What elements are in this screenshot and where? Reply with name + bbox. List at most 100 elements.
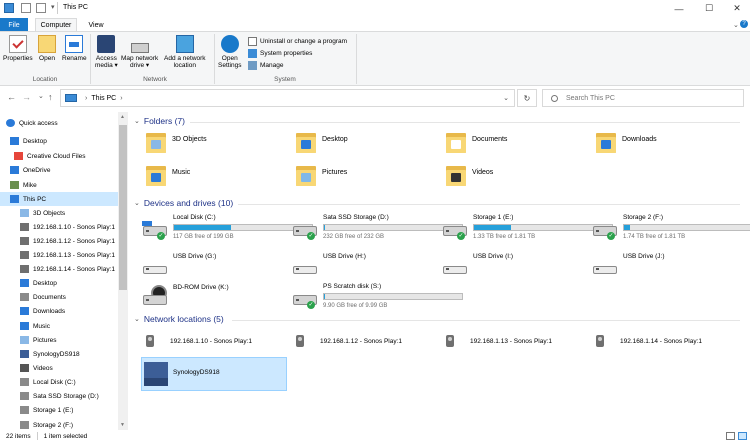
access-media-label-2: media ▾ bbox=[95, 62, 118, 69]
tab-view[interactable]: View bbox=[82, 18, 110, 32]
section-divider bbox=[232, 320, 740, 321]
map-drive-label-2: drive ▾ bbox=[130, 62, 150, 69]
pictures-icon bbox=[20, 336, 29, 344]
properties-button[interactable]: Properties bbox=[3, 35, 33, 62]
up-button[interactable]: ↑ bbox=[48, 92, 53, 102]
drives-section-header[interactable]: ⌄ Devices and drives (10) bbox=[134, 198, 233, 208]
minimize-button[interactable]: — bbox=[664, 0, 694, 17]
back-button[interactable]: ← bbox=[7, 92, 16, 102]
drive-label: Sata SSD Storage (D:) bbox=[323, 214, 389, 221]
nav-item-onedrive[interactable]: OneDrive bbox=[0, 163, 118, 177]
nav-item-desktop[interactable]: Desktop bbox=[0, 134, 118, 148]
drive-free-space: 9.90 GB free of 9.99 GB bbox=[323, 303, 388, 309]
scroll-down-icon[interactable]: ▼ bbox=[120, 422, 125, 428]
folder-pictures[interactable]: Pictures bbox=[296, 164, 347, 186]
nav-item-label: 192.168.1.10 - Sonos Play:1 bbox=[33, 223, 116, 231]
network-item[interactable]: 192.168.1.10 - Sonos Play:1 bbox=[146, 335, 252, 347]
properties-icon bbox=[8, 35, 27, 53]
breadcrumb-this-pc[interactable]: This PC bbox=[91, 95, 116, 102]
drive-label: USB Drive (H:) bbox=[323, 253, 366, 260]
search-placeholder: Search This PC bbox=[566, 94, 615, 102]
folder-desktop[interactable]: Desktop bbox=[296, 131, 348, 153]
nav-item-network-device[interactable]: 192.168.1.13 - Sonos Play:1 bbox=[0, 248, 118, 262]
nav-scroll-thumb[interactable] bbox=[119, 125, 127, 290]
collapse-chevron-icon[interactable]: ⌄ bbox=[134, 199, 140, 207]
nav-item-star[interactable]: Quick access bbox=[0, 116, 118, 130]
scroll-up-icon[interactable]: ▲ bbox=[120, 114, 125, 120]
open-settings-button[interactable]: Open Settings bbox=[218, 35, 242, 69]
media-icon bbox=[97, 35, 116, 53]
network-item[interactable]: 192.168.1.14 - Sonos Play:1 bbox=[596, 335, 702, 347]
open-button[interactable]: Open bbox=[38, 35, 56, 62]
forward-button[interactable]: → bbox=[22, 92, 31, 102]
network-item-synology[interactable]: SynologyDS918 bbox=[173, 369, 220, 376]
collapse-chevron-icon[interactable]: ⌄ bbox=[134, 117, 140, 125]
nav-item-downloads[interactable]: Downloads bbox=[0, 304, 118, 318]
rename-button[interactable]: Rename bbox=[62, 35, 87, 62]
nav-item-drive[interactable]: Local Disk (C:) bbox=[0, 375, 118, 389]
folder-downloads[interactable]: Downloads bbox=[596, 131, 657, 153]
maximize-button[interactable]: ☐ bbox=[694, 0, 724, 17]
help-icon[interactable]: ? bbox=[740, 20, 748, 28]
nav-item-nas[interactable]: SynologyDS918 bbox=[0, 347, 118, 361]
folder-label: Downloads bbox=[622, 135, 657, 143]
refresh-button[interactable]: ↻ bbox=[517, 89, 537, 107]
folder-documents[interactable]: Documents bbox=[446, 131, 507, 153]
music-icon bbox=[20, 322, 29, 330]
details-view-icon[interactable] bbox=[726, 432, 735, 440]
hard-drive-icon: ✓ bbox=[293, 291, 317, 309]
access-media-button[interactable]: Access media ▾ bbox=[95, 35, 118, 69]
tab-computer[interactable]: Computer bbox=[35, 18, 77, 32]
nav-item-pc[interactable]: This PC bbox=[0, 192, 118, 206]
collapse-chevron-icon[interactable]: ⌄ bbox=[134, 315, 140, 323]
large-icons-view-icon[interactable] bbox=[738, 432, 747, 440]
drive-usage-fill bbox=[174, 225, 231, 230]
search-input[interactable]: Search This PC bbox=[542, 89, 744, 107]
uninstall-label: Uninstall or change a program bbox=[260, 38, 348, 45]
folder-icon bbox=[446, 131, 466, 153]
nav-item-folder[interactable]: 3D Objects bbox=[0, 206, 118, 220]
speaker-device-icon bbox=[296, 335, 304, 347]
address-dropdown-icon[interactable]: ⌄ bbox=[503, 94, 509, 102]
network-item[interactable]: 192.168.1.12 - Sonos Play:1 bbox=[296, 335, 402, 347]
nas-icon[interactable] bbox=[144, 362, 168, 386]
nav-item-network-device[interactable]: 192.168.1.14 - Sonos Play:1 bbox=[0, 262, 118, 276]
uninstall-program-button[interactable]: Uninstall or change a program bbox=[248, 37, 347, 46]
nav-item-label: Videos bbox=[33, 364, 53, 372]
system-properties-button[interactable]: System properties bbox=[248, 49, 312, 58]
qa-new-folder-icon[interactable] bbox=[36, 3, 46, 13]
folder-3d-objects[interactable]: 3D Objects bbox=[146, 131, 207, 153]
nav-item-creative-cloud[interactable]: Creative Cloud Files bbox=[0, 149, 118, 163]
properties-label: Properties bbox=[3, 55, 33, 62]
recent-locations-button[interactable]: ⌄ bbox=[38, 92, 44, 100]
qa-dropdown-icon[interactable]: ▾ bbox=[51, 3, 55, 11]
folders-section-header[interactable]: ⌄ Folders (7) bbox=[134, 116, 185, 126]
tab-file[interactable]: File bbox=[0, 18, 28, 32]
nav-item-drive[interactable]: Sata SSD Storage (D:) bbox=[0, 389, 118, 403]
network-device-icon bbox=[20, 223, 29, 231]
qa-properties-icon[interactable] bbox=[21, 3, 31, 13]
nav-item-user[interactable]: Mike bbox=[0, 178, 118, 192]
folder-music[interactable]: Music bbox=[146, 164, 190, 186]
nav-item-network-device[interactable]: 192.168.1.12 - Sonos Play:1 bbox=[0, 234, 118, 248]
address-bar[interactable]: › This PC › ⌄ bbox=[60, 89, 515, 107]
network-item-label: 192.168.1.14 - Sonos Play:1 bbox=[620, 337, 703, 345]
nav-item-label: This PC bbox=[23, 195, 47, 203]
drive-usage-fill bbox=[324, 225, 326, 230]
ribbon-separator bbox=[356, 34, 357, 84]
manage-button[interactable]: Manage bbox=[248, 61, 284, 70]
nav-item-drive[interactable]: Storage 1 (E:) bbox=[0, 403, 118, 417]
nav-item-network-device[interactable]: 192.168.1.10 - Sonos Play:1 bbox=[0, 220, 118, 234]
add-network-location-button[interactable]: Add a network location bbox=[164, 35, 206, 69]
nav-item-pictures[interactable]: Pictures bbox=[0, 333, 118, 347]
network-section-header[interactable]: ⌄ Network locations (5) bbox=[134, 314, 224, 324]
expand-ribbon-icon[interactable]: ⌄ bbox=[733, 21, 739, 29]
folder-videos[interactable]: Videos bbox=[446, 164, 493, 186]
nav-item-desktop[interactable]: Desktop bbox=[0, 276, 118, 290]
nav-item-videos[interactable]: Videos bbox=[0, 361, 118, 375]
close-button[interactable]: ✕ bbox=[722, 0, 750, 17]
nav-item-documents[interactable]: Documents bbox=[0, 290, 118, 304]
nav-item-music[interactable]: Music bbox=[0, 319, 118, 333]
network-item[interactable]: 192.168.1.13 - Sonos Play:1 bbox=[446, 335, 552, 347]
map-network-drive-button[interactable]: Map network drive ▾ bbox=[121, 35, 158, 69]
